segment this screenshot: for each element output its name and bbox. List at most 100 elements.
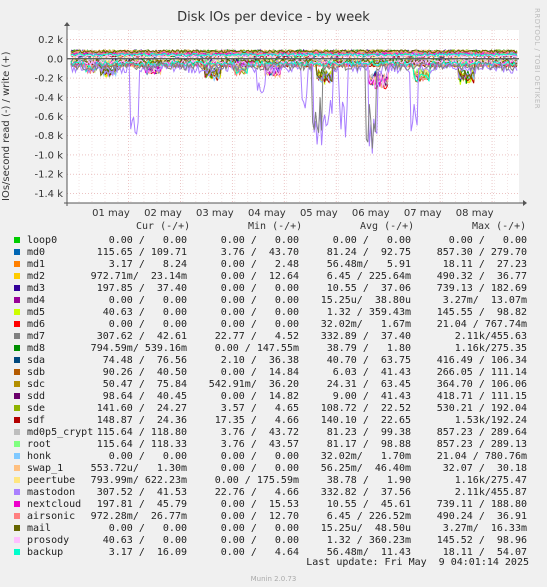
legend-avg: 1.32 / 359.43m (326, 307, 411, 318)
legend-device-name: prosody (27, 535, 70, 546)
legend-min: 0.00 / 14.82 (220, 391, 299, 402)
legend-max: 418.71 / 111.15 (436, 391, 527, 402)
legend-swatch (14, 537, 20, 543)
legend-swatch (14, 525, 20, 531)
legend-avg: 38.79 / 1.80 (326, 343, 411, 354)
legend-device-name: sdc (27, 379, 46, 390)
legend-min: 22.76 / 4.66 (214, 487, 299, 498)
legend-min: 0.00 / 2.48 (220, 259, 299, 270)
legend-cur: 141.60 / 24.27 (96, 403, 187, 414)
legend-device-name: swap_1 (27, 463, 64, 474)
legend-swatch (14, 465, 20, 471)
legend-row: swap_1 553.72u/ 1.30m 0.00 / 0.00 56.25m/ 4… (0, 463, 547, 475)
legend-device-name: md3 (27, 283, 46, 294)
legend-row: md5 40.63 / 0.00 0.00 / 0.00 1.32 / 359.43m… (0, 307, 547, 319)
legend-max: 145.52 / 98.96 (436, 535, 527, 546)
legend-min: 22.77 / 4.52 (214, 331, 299, 342)
legend-swatch (14, 489, 20, 495)
legend-header-min: Min (-/+) (248, 221, 303, 232)
legend-row: honk 0.00 / 0.00 0.00 / 0.00 32.02m/ 1.70m 2… (0, 451, 547, 463)
x-tick-label: 05 may (300, 208, 338, 219)
legend-row: mail 0.00 / 0.00 0.00 / 0.00 15.25u/ 48.50u… (0, 523, 547, 535)
legend-min: 542.91m/ 36.20 (208, 379, 299, 390)
legend-device-name: peertube (27, 475, 76, 486)
legend-swatch (14, 441, 20, 447)
x-tick-label: 04 may (248, 208, 286, 219)
legend-device-name: honk (27, 451, 52, 462)
legend-row: md8 794.59m/ 539.16m 0.00 / 147.55m 38.79 /… (0, 343, 547, 355)
legend-device-name: md0 (27, 247, 46, 258)
legend-cur: 0.00 / 0.00 (108, 295, 187, 306)
legend-row: md0 115.65 / 109.71 3.76 / 43.70 81.24 / 92… (0, 247, 547, 259)
legend-cur: 115.64 / 118.80 (96, 427, 187, 438)
legend-cur: 0.00 / 0.00 (108, 235, 187, 246)
x-tick-label: 07 may (404, 208, 442, 219)
legend-max: 1.53k/192.24 (454, 415, 527, 426)
y-tick-label: -0.2 k (35, 74, 64, 85)
legend-min: 3.76 / 43.70 (220, 247, 299, 258)
legend-device-name: root (27, 439, 52, 450)
legend-swatch (14, 297, 20, 303)
legend-row: sdc 50.47 / 75.84 542.91m/ 36.20 24.31 / 63… (0, 379, 547, 391)
legend-min: 0.00 / 0.00 (220, 535, 299, 546)
x-tick-label: 01 may (92, 208, 130, 219)
legend-device-name: nextcloud (27, 499, 82, 510)
legend-cur: 50.47 / 75.84 (102, 379, 187, 390)
legend-cur: 3.17 / 16.09 (108, 547, 187, 558)
legend-avg: 81.24 / 92.75 (326, 247, 411, 258)
legend-header-max: Max (-/+) (472, 221, 527, 232)
legend-avg: 108.72 / 22.52 (320, 403, 411, 414)
legend-device-name: sdd (27, 391, 46, 402)
legend-row: loop0 0.00 / 0.00 0.00 / 0.00 0.00 / 0.00 0.… (0, 235, 547, 247)
legend-avg: 1.32 / 360.23m (326, 535, 411, 546)
legend-avg: 81.17 / 98.88 (326, 439, 411, 450)
legend-max: 2.11k/455.87 (454, 487, 527, 498)
legend-cur: 197.81 / 45.79 (96, 499, 187, 510)
legend-cur: 972.71m/ 23.14m (90, 271, 187, 282)
legend-max: 21.04 / 767.74m (436, 319, 527, 330)
legend-min: 2.10 / 36.38 (220, 355, 299, 366)
legend-device-name: airsonic (27, 511, 76, 522)
legend-device-name: loop0 (27, 235, 58, 246)
legend-header-avg: Avg (-/+) (360, 221, 415, 232)
legend-max: 1.16k/275.35 (454, 343, 527, 354)
legend-avg: 10.55 / 37.06 (326, 283, 411, 294)
legend-avg: 0.00 / 0.00 (332, 235, 411, 246)
legend-min: 0.00 / 15.53 (220, 499, 299, 510)
legend-min: 0.00 / 0.00 (220, 463, 299, 474)
legend-device-name: md2 (27, 271, 46, 282)
y-axis-arrow (64, 22, 70, 26)
legend-min: 3.57 / 4.65 (220, 403, 299, 414)
legend-cur: 40.63 / 0.00 (102, 307, 187, 318)
legend-device-name: md7 (27, 331, 46, 342)
legend-max: 21.04 / 780.76m (436, 451, 527, 462)
legend-max: 32.07 / 30.18 (442, 463, 527, 474)
legend-avg: 81.23 / 99.38 (326, 427, 411, 438)
legend-max: 364.70 / 106.06 (436, 379, 527, 390)
legend-max: 3.27m/ 13.07m (442, 295, 527, 306)
legend-avg: 6.03 / 41.43 (332, 367, 411, 378)
legend-max: 857.30 / 279.70 (436, 247, 527, 258)
legend-swatch (14, 237, 20, 243)
legend-swatch (14, 345, 20, 351)
legend-avg: 10.55 / 45.61 (326, 499, 411, 510)
legend-cur: 115.64 / 118.33 (96, 439, 187, 450)
legend-avg: 6.45 / 226.52m (326, 511, 411, 522)
y-tick-label: 0.2 k (38, 35, 63, 46)
legend-max: 2.11k/455.63 (454, 331, 527, 342)
legend-cur: 90.26 / 40.50 (102, 367, 187, 378)
y-tick-label: 0.0 (47, 54, 63, 65)
legend-min: 0.00 / 12.64 (220, 271, 299, 282)
legend-row: nextcloud 197.81 / 45.79 0.00 / 15.53 10.55… (0, 499, 547, 511)
y-tick-label: -0.4 k (35, 93, 64, 104)
legend-row: sda 74.48 / 76.56 2.10 / 36.38 40.70 / 63.7… (0, 355, 547, 367)
legend-cur: 98.64 / 40.45 (102, 391, 187, 402)
legend-min: 3.76 / 43.72 (220, 427, 299, 438)
legend-cur: 553.72u/ 1.30m (90, 463, 187, 474)
legend-swatch (14, 357, 20, 363)
y-tick-label: -1.0 k (35, 150, 64, 161)
legend-max: 857.23 / 289.64 (436, 427, 527, 438)
legend-row: md3 197.85 / 37.40 0.00 / 0.00 10.55 / 37.0… (0, 283, 547, 295)
legend-min: 0.00 / 12.70 (220, 511, 299, 522)
legend-cur: 3.17 / 8.24 (108, 259, 187, 270)
